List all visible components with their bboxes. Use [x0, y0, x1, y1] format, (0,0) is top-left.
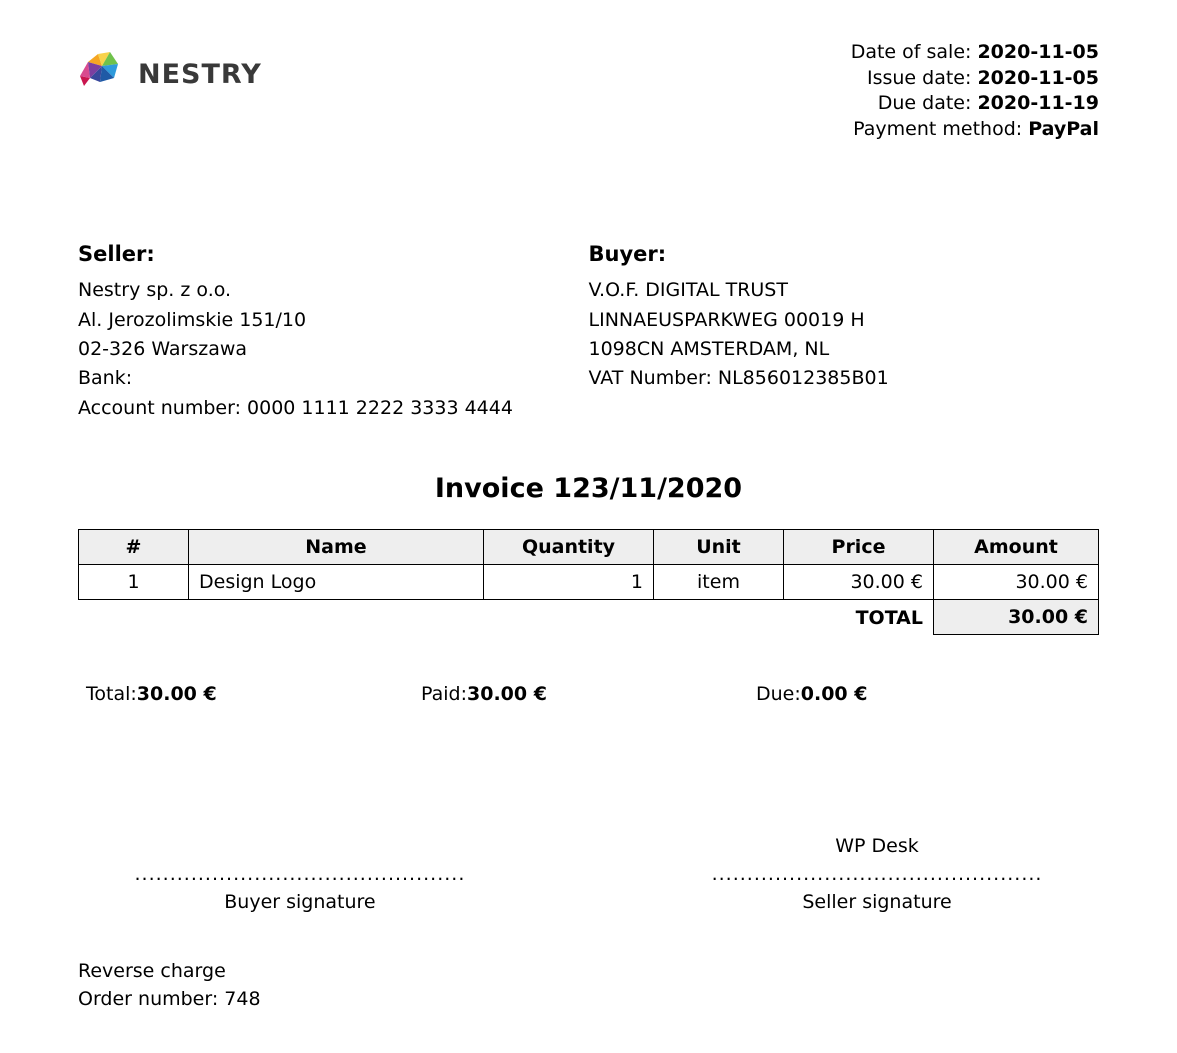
summary-paid-value: 30.00 € [467, 683, 547, 705]
invoice-meta: Date of sale: 2020-11-05 Issue date: 202… [851, 40, 1099, 143]
seller-heading: Seller: [78, 238, 589, 271]
meta-issue-date: Issue date: 2020-11-05 [851, 66, 1099, 92]
seller-signature-line: ........................................… [655, 863, 1099, 885]
logo-icon [78, 48, 128, 100]
meta-payment-method: Payment method: PayPal [851, 117, 1099, 143]
reverse-charge-note: Reverse charge [78, 958, 1099, 986]
summary-due-label: Due: [756, 683, 801, 705]
seller-name: Nestry sp. z o.o. [78, 276, 589, 305]
issue-date-label: Issue date: [867, 67, 971, 89]
summary-paid: Paid:30.00 € [421, 683, 756, 705]
invoice-title: Invoice 123/11/2020 [78, 473, 1099, 504]
seller-city: 02-326 Warszawa [78, 335, 589, 364]
summary-due-value: 0.00 € [801, 683, 868, 705]
th-unit: Unit [654, 530, 784, 565]
buyer-city: 1098CN AMSTERDAM, NL [589, 335, 1100, 364]
seller-bank: Bank: [78, 364, 589, 393]
summary-due: Due:0.00 € [756, 683, 1091, 705]
signatures-row: ........................................… [78, 835, 1099, 913]
cell-qty: 1 [484, 565, 654, 600]
table-total-row: TOTAL 30.00 € [79, 600, 1099, 635]
cell-unit: item [654, 565, 784, 600]
summary-total-value: 30.00 € [137, 683, 217, 705]
seller-block: Seller: Nestry sp. z o.o. Al. Jerozolims… [78, 238, 589, 424]
company-logo: NESTRY [78, 48, 262, 100]
buyer-signature-caption: Buyer signature [78, 891, 522, 913]
payment-method-label: Payment method: [853, 118, 1022, 140]
header-row: NESTRY Date of sale: 2020-11-05 Issue da… [78, 40, 1099, 143]
date-of-sale-label: Date of sale: [851, 41, 972, 63]
buyer-signature-block: ........................................… [78, 835, 522, 913]
footer-notes: Reverse charge Order number: 748 [78, 958, 1099, 1013]
order-number-note: Order number: 748 [78, 986, 1099, 1014]
cell-price: 30.00 € [784, 565, 934, 600]
th-num: # [79, 530, 189, 565]
issue-date-value: 2020-11-05 [977, 67, 1099, 89]
th-amount: Amount [934, 530, 1099, 565]
cell-name: Design Logo [189, 565, 484, 600]
total-value: 30.00 € [934, 600, 1099, 635]
seller-account: Account number: 0000 1111 2222 3333 4444 [78, 394, 589, 423]
invoice-page: NESTRY Date of sale: 2020-11-05 Issue da… [0, 0, 1177, 1053]
parties-row: Seller: Nestry sp. z o.o. Al. Jerozolims… [78, 238, 1099, 424]
buyer-heading: Buyer: [589, 238, 1100, 271]
table-header-row: # Name Quantity Unit Price Amount [79, 530, 1099, 565]
buyer-vat: VAT Number: NL856012385B01 [589, 364, 1100, 393]
items-table: # Name Quantity Unit Price Amount 1 Desi… [78, 529, 1099, 635]
date-of-sale-value: 2020-11-05 [977, 41, 1099, 63]
summary-total: Total:30.00 € [86, 683, 421, 705]
cell-num: 1 [79, 565, 189, 600]
th-qty: Quantity [484, 530, 654, 565]
buyer-street: LINNAEUSPARKWEG 00019 H [589, 306, 1100, 335]
seller-signature-caption: Seller signature [655, 891, 1099, 913]
table-row: 1 Design Logo 1 item 30.00 € 30.00 € [79, 565, 1099, 600]
summary-total-label: Total: [86, 683, 137, 705]
due-date-value: 2020-11-19 [977, 92, 1099, 114]
buyer-block: Buyer: V.O.F. DIGITAL TRUST LINNAEUSPARK… [589, 238, 1100, 424]
seller-signature-name: WP Desk [655, 835, 1099, 859]
meta-due-date: Due date: 2020-11-19 [851, 91, 1099, 117]
due-date-label: Due date: [878, 92, 972, 114]
meta-date-of-sale: Date of sale: 2020-11-05 [851, 40, 1099, 66]
seller-street: Al. Jerozolimskie 151/10 [78, 306, 589, 335]
total-label: TOTAL [784, 600, 934, 635]
th-name: Name [189, 530, 484, 565]
buyer-signature-name [78, 835, 522, 859]
buyer-name: V.O.F. DIGITAL TRUST [589, 276, 1100, 305]
cell-amount: 30.00 € [934, 565, 1099, 600]
summary-paid-label: Paid: [421, 683, 467, 705]
seller-signature-block: WP Desk ................................… [655, 835, 1099, 913]
company-name: NESTRY [138, 59, 262, 90]
total-spacer [79, 600, 784, 635]
payment-method-value: PayPal [1028, 118, 1099, 140]
buyer-signature-line: ........................................… [78, 863, 522, 885]
summary-row: Total:30.00 € Paid:30.00 € Due:0.00 € [78, 683, 1099, 705]
th-price: Price [784, 530, 934, 565]
